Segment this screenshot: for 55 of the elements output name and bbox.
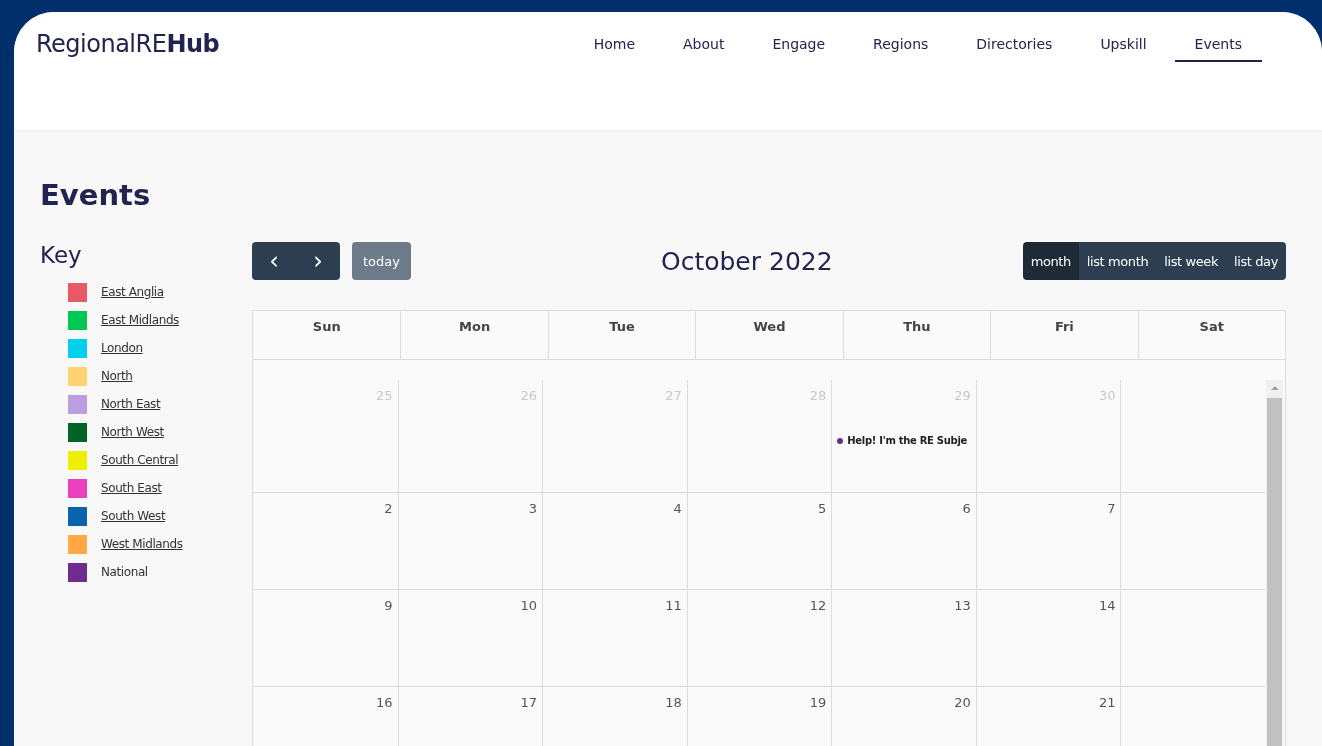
day-number: 13 bbox=[954, 598, 971, 613]
nav-link[interactable]: Engage bbox=[752, 36, 846, 62]
site-logo[interactable]: RegionalREHub bbox=[36, 30, 220, 58]
region-link[interactable]: North East bbox=[101, 397, 161, 411]
weekday-header: Tue bbox=[547, 311, 696, 359]
day-number: 16 bbox=[376, 695, 393, 710]
view-button[interactable]: list month bbox=[1078, 242, 1157, 280]
view-button[interactable]: month bbox=[1022, 242, 1079, 280]
nav-link[interactable]: Upskill bbox=[1080, 36, 1167, 62]
weekday-header: Sun bbox=[311, 318, 342, 336]
nav-link[interactable]: Regions bbox=[853, 36, 949, 62]
day-number: 10 bbox=[520, 598, 538, 613]
weekday-header: Fri bbox=[990, 311, 1138, 359]
next-button[interactable]: › bbox=[296, 242, 340, 280]
today-button[interactable]: today bbox=[352, 242, 411, 280]
view-button[interactable]: list day bbox=[1226, 242, 1286, 280]
region-link[interactable]: South East bbox=[101, 481, 162, 495]
nav-link[interactable]: Events bbox=[1174, 36, 1262, 62]
page-title: Events bbox=[40, 178, 152, 212]
day-number: 12 bbox=[809, 598, 827, 613]
weekday-header: Wed bbox=[695, 311, 843, 359]
region-link[interactable]: North West bbox=[101, 425, 164, 439]
day-number: 9 bbox=[384, 598, 393, 613]
day-number: 7 bbox=[1107, 501, 1116, 516]
key-heading: Key bbox=[40, 242, 83, 268]
calendar-title: October 2022 bbox=[660, 246, 834, 276]
region-link[interactable]: East Anglia bbox=[101, 285, 164, 299]
day-number: 3 bbox=[528, 501, 538, 516]
region-link[interactable]: North bbox=[101, 369, 133, 383]
day-number: 19 bbox=[809, 695, 827, 710]
weekday-header: Mon bbox=[400, 311, 548, 359]
region-link[interactable]: West Midlands bbox=[101, 537, 183, 551]
day-number: 4 bbox=[673, 501, 682, 516]
region-link[interactable]: South Central bbox=[101, 453, 179, 467]
day-number: 6 bbox=[962, 501, 971, 516]
prev-button[interactable]: ‹ bbox=[252, 242, 296, 280]
weekday-header: Sat bbox=[1137, 311, 1285, 359]
nav-link[interactable]: About bbox=[663, 36, 745, 62]
view-button[interactable]: list week bbox=[1156, 242, 1227, 280]
day-number: 11 bbox=[665, 598, 682, 613]
day-number: 5 bbox=[818, 501, 827, 516]
day-number: 21 bbox=[1098, 695, 1116, 710]
region-link[interactable]: East Midlands bbox=[101, 313, 179, 327]
weekday-header: Thu bbox=[842, 311, 991, 359]
region-link[interactable]: South West bbox=[101, 509, 166, 523]
scrollbar[interactable] bbox=[1266, 380, 1283, 746]
day-number: 2 bbox=[384, 501, 393, 516]
key-label: National bbox=[101, 565, 148, 579]
nav-link[interactable]: Home bbox=[573, 36, 655, 62]
day-number: 20 bbox=[954, 695, 971, 710]
day-number: 18 bbox=[665, 695, 682, 710]
nav-link[interactable]: Directories bbox=[956, 36, 1073, 62]
day-number: 17 bbox=[520, 695, 538, 710]
region-link[interactable]: London bbox=[101, 341, 143, 355]
day-number: 14 bbox=[1098, 598, 1116, 613]
